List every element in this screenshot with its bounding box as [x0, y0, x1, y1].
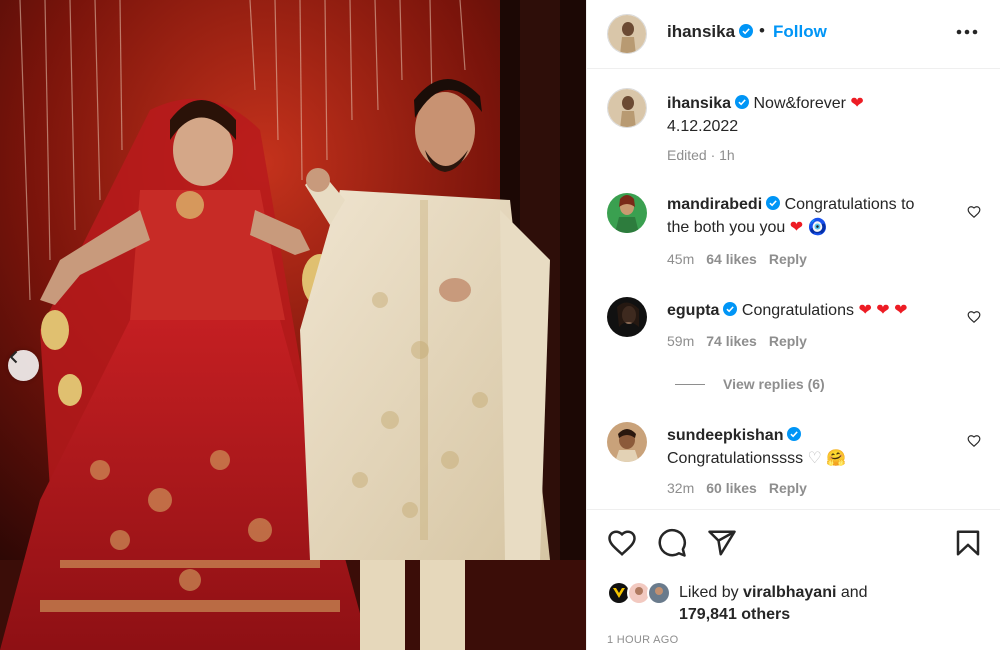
share-icon[interactable]	[707, 528, 737, 558]
previous-image-button[interactable]	[8, 350, 39, 381]
likes-count[interactable]: 179,841 others	[679, 606, 790, 623]
follow-button[interactable]: Follow	[773, 22, 827, 42]
reply-button[interactable]: Reply	[769, 251, 807, 267]
commenter-avatar[interactable]	[607, 422, 647, 462]
comment-time[interactable]: 45m	[667, 251, 694, 267]
comment-time[interactable]: 32m	[667, 480, 694, 496]
comment-meta: 45m 64 likes Reply	[667, 251, 807, 267]
verified-badge-icon	[739, 24, 754, 38]
red-heart-emoji: ❤	[850, 95, 864, 112]
likes-text: Liked by viralbhayani and 179,841 others	[679, 584, 868, 623]
liked-by-user[interactable]: viralbhayani	[743, 584, 836, 601]
heart-icon[interactable]	[607, 528, 637, 558]
red-heart-emoji: ❤ ❤ ❤	[858, 302, 908, 319]
nazar-emoji: 🧿	[807, 219, 828, 236]
caption-author-avatar[interactable]	[607, 88, 647, 128]
verified-badge-icon	[766, 196, 781, 210]
post-header: ihansika • Follow	[587, 0, 1000, 69]
red-heart-emoji: ❤	[789, 219, 804, 236]
view-replies-divider	[675, 384, 705, 385]
liker-avatars	[607, 581, 671, 607]
comment-text-continued: Congratulationssss ♡ 🤗	[667, 447, 846, 470]
verified-badge-icon	[723, 302, 738, 316]
hugging-face-emoji: 🤗	[826, 450, 847, 467]
comments-section[interactable]: ihansika Now&forever ❤ 4.12.2022 Edited …	[587, 70, 1000, 509]
caption-meta: Edited · 1h	[667, 147, 735, 163]
white-heart-emoji: ♡	[807, 450, 822, 467]
like-comment-heart-icon[interactable]	[967, 205, 981, 219]
comment-meta: 32m 60 likes Reply	[667, 480, 807, 496]
author-avatar[interactable]	[607, 14, 647, 54]
comment-icon[interactable]	[657, 528, 687, 558]
post-photo[interactable]	[0, 0, 586, 650]
comment-likes[interactable]: 74 likes	[706, 333, 757, 349]
like-comment-heart-icon[interactable]	[967, 310, 981, 324]
reply-button[interactable]: Reply	[769, 480, 807, 496]
comment-body: Congratulations to	[784, 196, 915, 213]
header-separator: •	[759, 21, 765, 40]
verified-badge-icon	[735, 95, 750, 109]
verified-badge-icon	[787, 427, 802, 441]
comment-likes[interactable]: 60 likes	[706, 480, 757, 496]
comment-text: mandirabedi Congratulations to	[667, 193, 957, 216]
caption-body: Now&forever	[753, 95, 846, 112]
author-username[interactable]: ihansika	[667, 22, 754, 42]
comment-body: Congratulationssss	[667, 450, 804, 467]
reply-button[interactable]: Reply	[769, 333, 807, 349]
commenter-avatar[interactable]	[607, 297, 647, 337]
instagram-post: ihansika • Follow ihansika Now&forever ❤…	[0, 0, 1000, 650]
comment-meta: 59m 74 likes Reply	[667, 333, 807, 349]
caption-date: 4.12.2022	[667, 118, 739, 135]
post-actions: Liked by viralbhayani and 179,841 others…	[587, 509, 1000, 650]
comment-text-continued: the both you you ❤ 🧿	[667, 219, 828, 236]
comment-text: sundeepkishan	[667, 424, 967, 447]
post-details-panel: ihansika • Follow ihansika Now&forever ❤…	[586, 0, 1000, 650]
wedding-photo-illustration	[0, 0, 586, 650]
caption-username[interactable]: ihansika	[667, 95, 731, 112]
comment-text: egupta Congratulations ❤ ❤ ❤	[667, 299, 967, 322]
comment-likes[interactable]: 64 likes	[706, 251, 757, 267]
comment-username[interactable]: sundeepkishan	[667, 427, 783, 444]
chevron-left-icon	[9, 350, 18, 364]
view-replies-button[interactable]: View replies (6)	[723, 376, 825, 392]
post-timestamp[interactable]: 1 HOUR AGO	[607, 634, 678, 646]
more-options-icon[interactable]	[953, 22, 981, 42]
commenter-avatar[interactable]	[607, 193, 647, 233]
liker-avatar[interactable]	[647, 581, 671, 605]
comment-username[interactable]: egupta	[667, 302, 719, 319]
bookmark-icon[interactable]	[953, 528, 983, 558]
like-comment-heart-icon[interactable]	[967, 434, 981, 448]
comment-username[interactable]: mandirabedi	[667, 196, 762, 213]
comment-time[interactable]: 59m	[667, 333, 694, 349]
caption-text: ihansika Now&forever ❤	[667, 92, 987, 115]
comment-body: Congratulations	[741, 302, 854, 319]
